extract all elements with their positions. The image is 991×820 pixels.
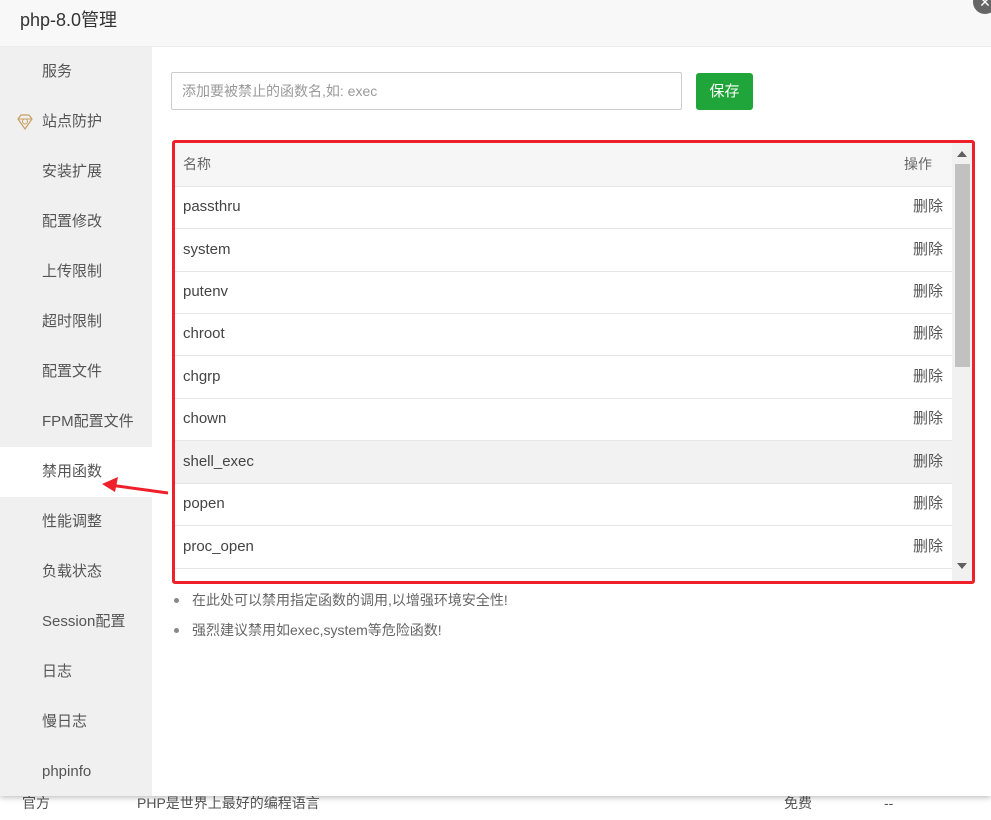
sidebar-item-performance[interactable]: 性能调整 (0, 497, 152, 547)
bg-expire-cell: -- (884, 795, 894, 811)
diamond-icon (17, 114, 33, 131)
sidebar-item-session-config[interactable]: Session配置 (0, 597, 152, 647)
sidebar-item-label: 日志 (42, 663, 73, 680)
sidebar-item-label: FPM配置文件 (42, 413, 134, 430)
sidebar-item-load-status[interactable]: 负载状态 (0, 547, 152, 597)
delete-link[interactable]: 删除 (913, 271, 943, 313)
delete-link[interactable]: 删除 (913, 229, 943, 271)
column-header-name: 名称 (183, 156, 211, 172)
tip-item: 强烈建议禁用如exec,system等危险函数! (172, 620, 962, 650)
table-row: chgrp 删除 (175, 356, 952, 399)
function-name-input[interactable] (171, 72, 682, 110)
bullet-icon (174, 598, 179, 603)
sidebar-item-site-protection[interactable]: 站点防护 (0, 97, 152, 147)
scroll-down-arrow-icon[interactable] (957, 563, 967, 569)
delete-link[interactable]: 删除 (913, 313, 943, 355)
function-name: proc_open (183, 538, 254, 555)
function-name: popen (183, 495, 225, 512)
delete-link[interactable]: 删除 (913, 356, 943, 398)
sidebar-item-phpinfo[interactable]: phpinfo (0, 747, 152, 797)
function-name: shell_exec (183, 453, 254, 470)
table-scrollbar[interactable] (952, 143, 972, 581)
scroll-up-arrow-icon[interactable] (957, 151, 967, 157)
table-row: putenv 删除 (175, 271, 952, 314)
scrollbar-thumb[interactable] (955, 164, 970, 367)
sidebar-item-label: 慢日志 (42, 713, 88, 730)
dialog-title: php-8.0管理 (20, 10, 118, 30)
background-software-row: 官方 PHP是世界上最好的编程语言 免费 -- (0, 796, 991, 820)
sidebar-item-timeout-limit[interactable]: 超时限制 (0, 297, 152, 347)
delete-link[interactable]: 删除 (913, 483, 943, 525)
red-arrow-annotation-icon (102, 477, 169, 495)
sidebar-item-config-file[interactable]: 配置文件 (0, 347, 152, 397)
php-manage-dialog: php-8.0管理 ✕ 服务 站点防护 安装扩展 配置修改 上传限制 超时限制 … (0, 0, 991, 796)
sidebar-item-label: 负载状态 (42, 563, 103, 580)
table-row: passthru 删除 (175, 186, 952, 229)
function-name: passthru (183, 198, 241, 215)
delete-link[interactable]: 删除 (913, 398, 943, 440)
bg-price-cell: 免费 (784, 795, 812, 811)
sidebar: 服务 站点防护 安装扩展 配置修改 上传限制 超时限制 配置文件 FPM配置文件 (0, 47, 152, 796)
table-row: system 删除 (175, 229, 952, 272)
sidebar-item-install-extension[interactable]: 安装扩展 (0, 147, 152, 197)
sidebar-item-label: 性能调整 (42, 513, 103, 530)
sidebar-item-fpm-config[interactable]: FPM配置文件 (0, 397, 152, 447)
sidebar-item-config-modify[interactable]: 配置修改 (0, 197, 152, 247)
save-button[interactable]: 保存 (696, 73, 753, 110)
function-name: chgrp (183, 368, 221, 385)
function-name: chroot (183, 325, 225, 342)
sidebar-item-label: 站点防护 (42, 113, 103, 130)
sidebar-item-label: 配置文件 (42, 363, 103, 380)
function-name: chown (183, 410, 227, 427)
tip-text: 在此处可以禁用指定函数的调用,以增强环境安全性! (192, 592, 508, 608)
delete-link[interactable]: 删除 (913, 441, 943, 483)
table-row: proc_open 删除 (175, 526, 952, 569)
sidebar-item-label: phpinfo (42, 763, 92, 780)
sidebar-item-upload-limit[interactable]: 上传限制 (0, 247, 152, 297)
table-header: 名称 操作 (175, 143, 952, 187)
delete-link[interactable]: 删除 (913, 526, 943, 568)
sidebar-item-label: 禁用函数 (42, 463, 103, 480)
disabled-functions-table: 名称 操作 passthru 删除 system 删除 putenv 删除 ch… (172, 140, 975, 584)
table-row: popen 删除 (175, 483, 952, 526)
table-row: chown 删除 (175, 398, 952, 441)
dialog-titlebar: php-8.0管理 (0, 0, 991, 47)
table-row: shell_exec 删除 (175, 441, 952, 484)
function-name: putenv (183, 283, 229, 300)
sidebar-item-label: 安装扩展 (42, 163, 103, 180)
bg-desc-cell: PHP是世界上最好的编程语言 (137, 795, 320, 811)
sidebar-item-label: 配置修改 (42, 213, 103, 230)
tip-item: 在此处可以禁用指定函数的调用,以增强环境安全性! (172, 590, 962, 620)
bullet-icon (174, 628, 179, 633)
column-header-action: 操作 (904, 156, 932, 172)
sidebar-item-label: Session配置 (42, 613, 126, 630)
delete-link[interactable]: 删除 (913, 186, 943, 228)
sidebar-item-service[interactable]: 服务 (0, 47, 152, 97)
sidebar-item-label: 上传限制 (42, 263, 103, 280)
help-tips: 在此处可以禁用指定函数的调用,以增强环境安全性! 强烈建议禁用如exec,sys… (172, 590, 962, 650)
tip-text: 强烈建议禁用如exec,system等危险函数! (192, 622, 442, 638)
sidebar-item-label: 服务 (42, 63, 73, 80)
function-name: system (183, 241, 231, 258)
sidebar-item-log[interactable]: 日志 (0, 647, 152, 697)
sidebar-item-slow-log[interactable]: 慢日志 (0, 697, 152, 747)
bg-type-cell: 官方 (22, 795, 50, 811)
sidebar-item-label: 超时限制 (42, 313, 103, 330)
table-row: chroot 删除 (175, 313, 952, 356)
